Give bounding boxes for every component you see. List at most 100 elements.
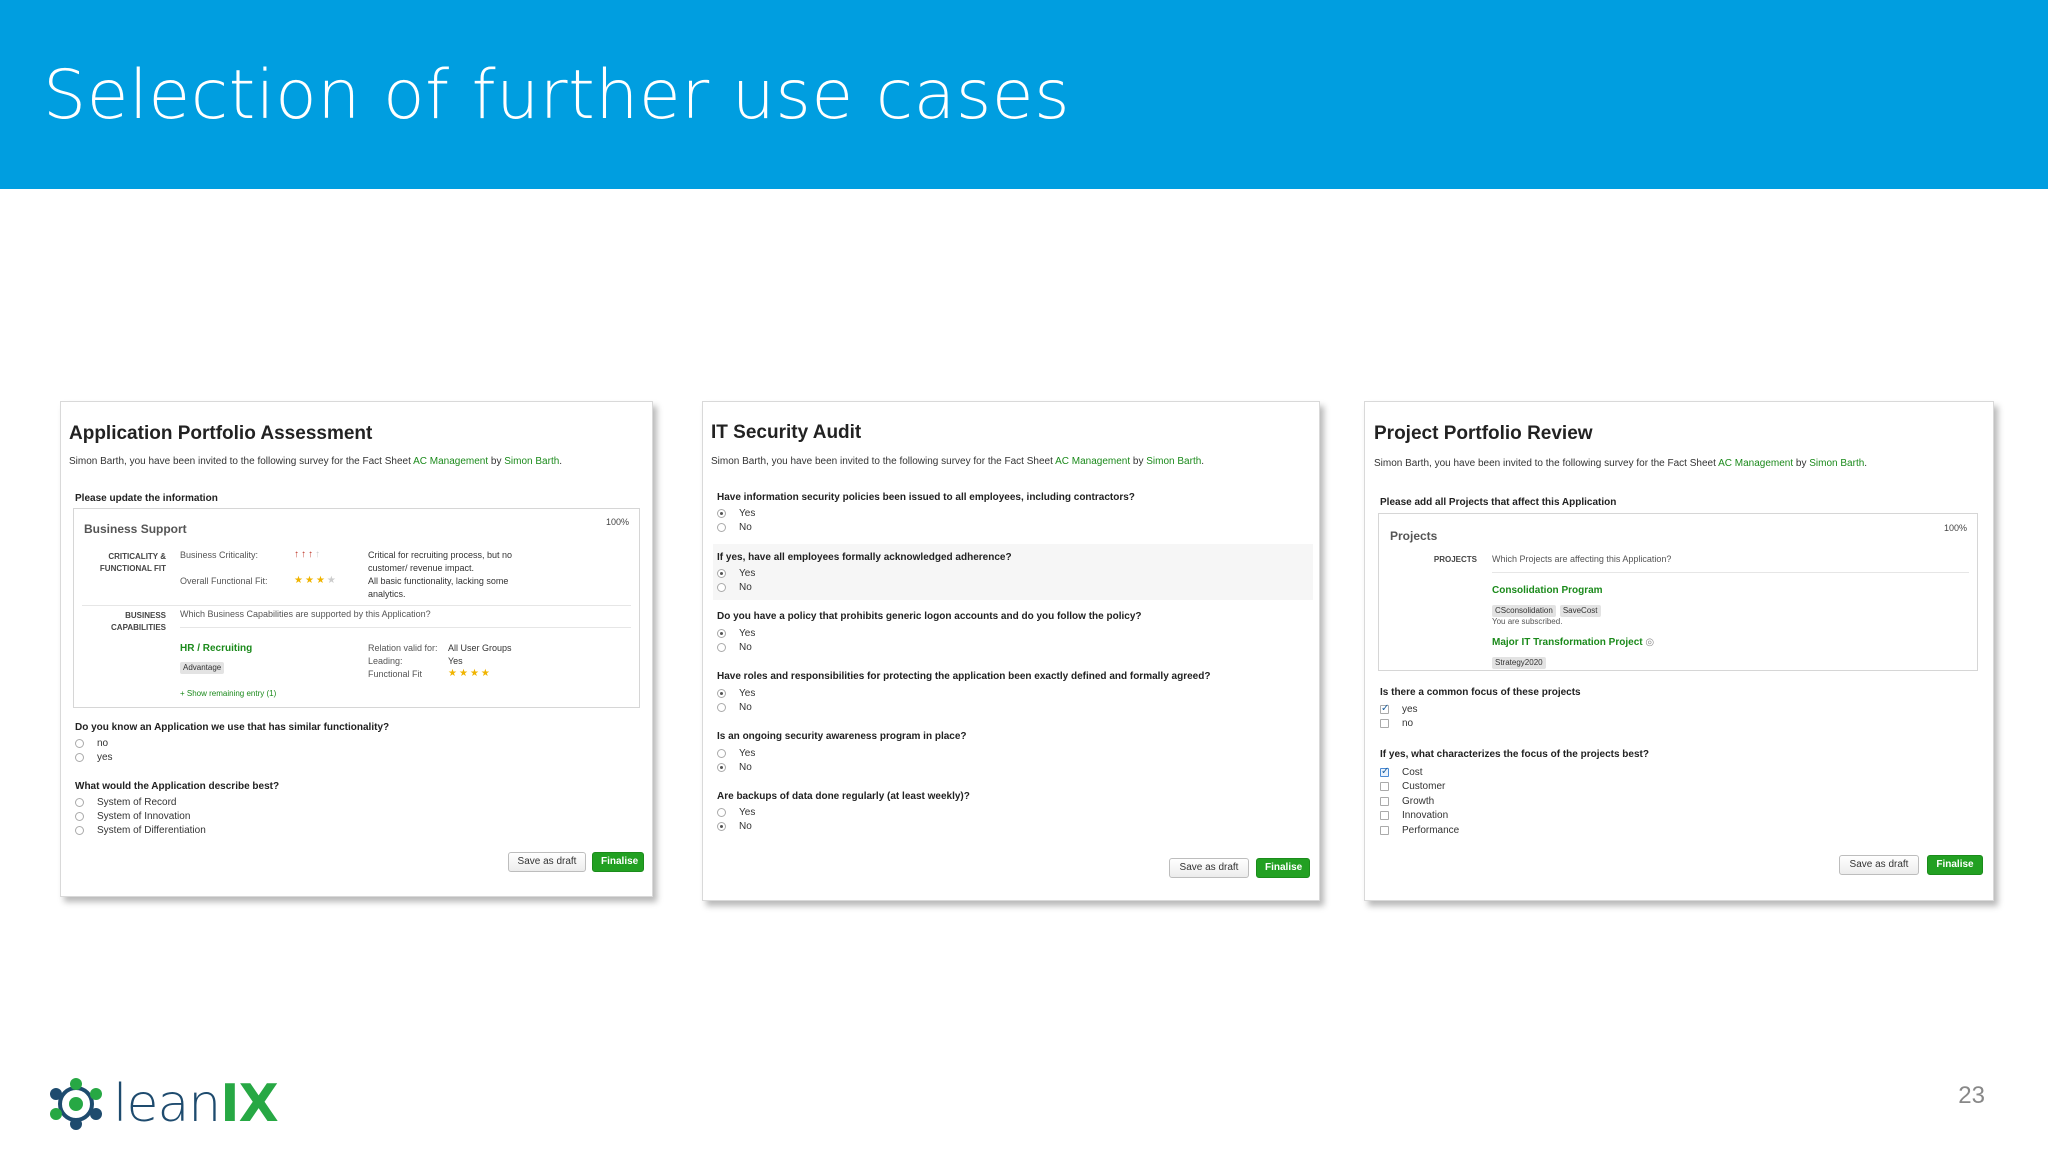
similar-app-question: Do you know an Application we use that h…: [75, 722, 390, 733]
criticality-section-label: CRITICALITY & FUNCTIONAL FIT: [99, 552, 166, 573]
option-yes[interactable]: yes: [75, 752, 113, 764]
info-circle-icon[interactable]: ◎: [1645, 637, 1654, 648]
invite-text: Simon Barth, you have been invited to th…: [69, 456, 563, 467]
radio-button[interactable]: [717, 509, 726, 518]
option-system-of-record[interactable]: System of Record: [75, 797, 176, 809]
radio-button[interactable]: [75, 753, 84, 762]
fact-sheet-link[interactable]: AC Management: [1718, 458, 1793, 469]
q3-option-no[interactable]: No: [717, 642, 752, 654]
save-draft-button[interactable]: Save as draft: [508, 852, 586, 872]
functional-fit-rating[interactable]: ★★★★: [294, 575, 338, 586]
leading-label: Leading:: [368, 656, 403, 666]
subscribed-text: You are subscribed.: [1492, 617, 1563, 626]
relation-valid-value: All User Groups: [448, 643, 512, 653]
project-link-major-it[interactable]: Major IT Transformation Project ◎: [1492, 637, 1654, 648]
capability-link[interactable]: HR / Recruiting: [180, 643, 252, 654]
q1-option-yes[interactable]: Yes: [717, 508, 755, 520]
radio-button[interactable]: [717, 822, 726, 831]
q6-option-no[interactable]: No: [717, 821, 752, 833]
box-title: Projects: [1390, 529, 1438, 543]
divider: [180, 627, 631, 628]
common-focus-question: Is there a common focus of these project…: [1380, 687, 1581, 698]
radio-button[interactable]: [717, 583, 726, 592]
radio-button[interactable]: [717, 569, 726, 578]
checkbox[interactable]: [1380, 797, 1389, 806]
radio-button[interactable]: [717, 749, 726, 758]
invite-text: Simon Barth, you have been invited to th…: [1374, 458, 1868, 469]
slide-header: Selection of further use cases: [0, 0, 2048, 189]
add-projects-heading: Please add all Projects that affect this…: [1380, 497, 1617, 508]
radio-button[interactable]: [717, 629, 726, 638]
arrow-up-icon: ↑: [315, 549, 322, 560]
box-title: Business Support: [84, 522, 187, 536]
radio-button[interactable]: [717, 689, 726, 698]
radio-button[interactable]: [717, 763, 726, 772]
radio-button[interactable]: [75, 812, 84, 821]
checkbox[interactable]: [1380, 811, 1389, 820]
star-icon: ★: [294, 575, 305, 586]
question-2: If yes, have all employees formally ackn…: [717, 552, 1012, 563]
fact-sheet-link[interactable]: AC Management: [413, 456, 488, 467]
fact-sheet-link[interactable]: AC Management: [1055, 456, 1130, 467]
functional-fit-short-rating[interactable]: ★★★★: [448, 668, 492, 679]
capabilities-question: Which Business Capabilities are supporte…: [180, 609, 431, 619]
star-icon: ★: [458, 668, 470, 679]
checkbox[interactable]: [1380, 719, 1389, 728]
card-it-security-audit: IT Security Audit Simon Barth, you have …: [702, 401, 1320, 901]
radio-button[interactable]: [75, 739, 84, 748]
checkbox[interactable]: [1380, 782, 1389, 791]
q4-option-no[interactable]: No: [717, 702, 752, 714]
capability-tag-row: Advantage: [180, 657, 228, 675]
checkbox[interactable]: [1380, 766, 1389, 778]
finalise-button[interactable]: Finalise: [1256, 858, 1310, 878]
option-yes[interactable]: yes: [1380, 703, 1418, 716]
save-draft-button[interactable]: Save as draft: [1169, 858, 1249, 878]
option-no[interactable]: no: [1380, 718, 1413, 730]
card-title: Application Portfolio Assessment: [69, 423, 373, 444]
project-tag: Strategy2020: [1492, 657, 1546, 669]
q2-option-yes[interactable]: Yes: [717, 568, 755, 580]
functional-fit-short-label: Functional Fit: [368, 669, 423, 679]
q5-option-yes[interactable]: Yes: [717, 748, 755, 760]
q3-option-yes[interactable]: Yes: [717, 628, 755, 640]
option-performance[interactable]: Performance: [1380, 825, 1459, 837]
project-tag: SaveCost: [1559, 605, 1601, 617]
option-cost[interactable]: Cost: [1380, 766, 1423, 779]
q5-option-no[interactable]: No: [717, 762, 752, 774]
business-support-box: Business Support 100% CRITICALITY & FUNCT…: [73, 508, 640, 708]
option-system-of-innovation[interactable]: System of Innovation: [75, 811, 190, 823]
business-criticality-rating[interactable]: ↑↑↑↑: [294, 549, 322, 560]
radio-button[interactable]: [717, 703, 726, 712]
q1-option-no[interactable]: No: [717, 522, 752, 534]
functional-fit-label: Overall Functional Fit:: [180, 576, 268, 586]
describe-question: What would the Application describe best…: [75, 781, 280, 792]
option-growth[interactable]: Growth: [1380, 796, 1434, 808]
projects-question: Which Projects are affecting this Applic…: [1492, 554, 1672, 564]
user-link[interactable]: Simon Barth: [1809, 458, 1864, 469]
project-link-consolidation[interactable]: Consolidation Program: [1492, 585, 1603, 596]
option-no[interactable]: no: [75, 738, 108, 750]
checkbox[interactable]: [1380, 826, 1389, 835]
arrow-up-icon: ↑: [301, 549, 308, 560]
q2-option-no[interactable]: No: [717, 582, 752, 594]
radio-button[interactable]: [75, 798, 84, 807]
finalise-button[interactable]: Finalise: [592, 852, 644, 872]
checkbox[interactable]: [1380, 703, 1389, 715]
user-link[interactable]: Simon Barth: [1146, 456, 1201, 467]
option-customer[interactable]: Customer: [1380, 781, 1445, 793]
radio-button[interactable]: [717, 523, 726, 532]
q4-option-yes[interactable]: Yes: [717, 688, 755, 700]
option-system-of-differentiation[interactable]: System of Differentiation: [75, 825, 206, 837]
q6-option-yes[interactable]: Yes: [717, 807, 755, 819]
save-draft-button[interactable]: Save as draft: [1839, 855, 1919, 875]
show-remaining-link[interactable]: + Show remaining entry (1): [180, 687, 276, 700]
finalise-button[interactable]: Finalise: [1927, 855, 1983, 875]
question-1: Have information security policies been …: [717, 492, 1135, 503]
radio-button[interactable]: [75, 826, 84, 835]
radio-button[interactable]: [717, 808, 726, 817]
radio-button[interactable]: [717, 643, 726, 652]
business-criticality-label: Business Criticality:: [180, 550, 259, 560]
user-link[interactable]: Simon Barth: [504, 456, 559, 467]
option-innovation[interactable]: Innovation: [1380, 810, 1448, 822]
divider: [1492, 572, 1969, 573]
